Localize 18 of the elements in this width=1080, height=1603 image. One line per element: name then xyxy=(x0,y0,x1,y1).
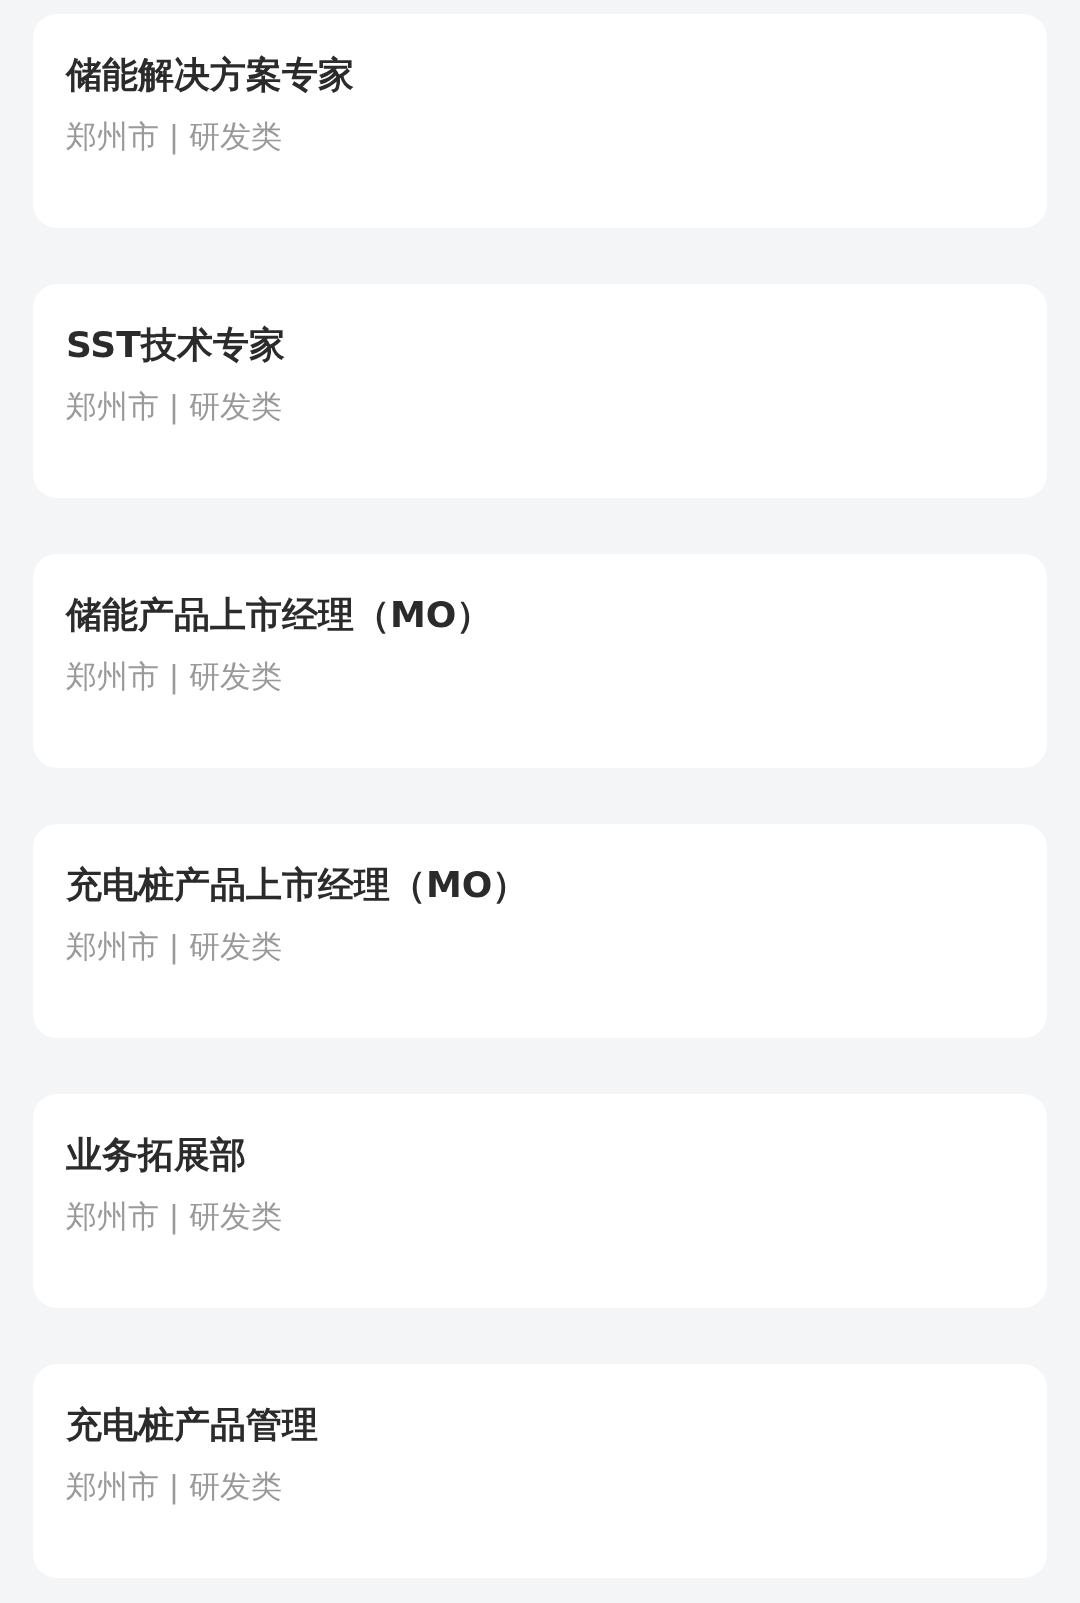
job-card[interactable]: SST技术专家 郑州市 | 研发类 xyxy=(33,284,1047,498)
job-title: 业务拓展部 xyxy=(66,1133,246,1177)
job-card[interactable]: 充电桩产品上市经理（MO） 郑州市 | 研发类 xyxy=(33,824,1047,1038)
job-title: SST技术专家 xyxy=(66,323,285,367)
job-meta: 郑州市 | 研发类 xyxy=(66,1467,283,1507)
job-card[interactable]: 储能解决方案专家 郑州市 | 研发类 xyxy=(33,14,1047,228)
job-title: 充电桩产品管理 xyxy=(66,1403,318,1447)
job-card[interactable]: 充电桩产品管理 郑州市 | 研发类 xyxy=(33,1364,1047,1578)
job-title: 充电桩产品上市经理（MO） xyxy=(66,863,529,907)
job-meta: 郑州市 | 研发类 xyxy=(66,387,283,427)
job-meta: 郑州市 | 研发类 xyxy=(66,657,283,697)
job-meta: 郑州市 | 研发类 xyxy=(66,927,283,967)
job-title: 储能产品上市经理（MO） xyxy=(66,593,493,637)
job-meta: 郑州市 | 研发类 xyxy=(66,1197,283,1237)
job-meta: 郑州市 | 研发类 xyxy=(66,117,283,157)
job-card[interactable]: 业务拓展部 郑州市 | 研发类 xyxy=(33,1094,1047,1308)
job-card[interactable]: 储能产品上市经理（MO） 郑州市 | 研发类 xyxy=(33,554,1047,768)
job-title: 储能解决方案专家 xyxy=(66,53,354,97)
